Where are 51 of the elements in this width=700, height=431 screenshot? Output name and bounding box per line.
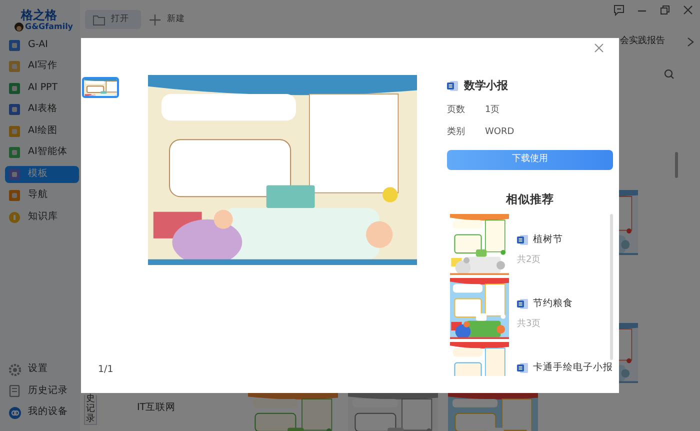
- template-title: 数学小报: [464, 78, 508, 94]
- sidebar-item[interactable]: AI PPT: [5, 80, 79, 96]
- page-count: 共3页: [517, 318, 542, 331]
- chevron-right-icon[interactable]: [687, 37, 694, 47]
- template-name[interactable]: 节约粮食: [533, 296, 573, 311]
- sidebar-item[interactable]: AI绘图: [5, 122, 79, 140]
- toolbar-button[interactable]: 打开: [85, 10, 141, 29]
- sidebar-item[interactable]: 历史记录: [0, 382, 80, 400]
- plus-icon: [149, 14, 161, 26]
- sidebar-item[interactable]: 我的设备: [0, 403, 80, 422]
- tab-label[interactable]: 会实践报告: [620, 35, 665, 49]
- close-icon[interactable]: [682, 4, 694, 16]
- feedback-icon[interactable]: [613, 4, 625, 16]
- logo-subtitle: G&Gfamily: [25, 22, 74, 32]
- device-icon: [9, 406, 21, 418]
- scrollbar[interactable]: [610, 214, 613, 360]
- logo-icon: [14, 22, 24, 32]
- sidebar-item[interactable]: 知识库: [5, 208, 79, 226]
- page-thumbnail[interactable]: [82, 77, 119, 98]
- download-button[interactable]: 下载使用: [447, 150, 613, 170]
- search-icon[interactable]: [664, 68, 674, 78]
- template-name[interactable]: 卡通手绘电子小报: [533, 360, 613, 375]
- sidebar-item[interactable]: 设置: [0, 360, 80, 379]
- toolbar-button[interactable]: 新建: [141, 10, 197, 29]
- logo-title: 格之格: [21, 8, 58, 22]
- document-icon: [517, 362, 528, 374]
- page-count: 共2页: [517, 254, 542, 267]
- sidebar-item[interactable]: AI智能体: [5, 144, 79, 161]
- document-icon: [9, 385, 21, 397]
- document-icon: [517, 298, 528, 310]
- detail-label: 页数: [447, 104, 466, 116]
- sidebar-item[interactable]: AI写作: [5, 58, 79, 75]
- scrollbar[interactable]: [675, 152, 678, 178]
- sidebar-item[interactable]: 导航: [5, 187, 79, 204]
- folder-icon: [93, 14, 105, 26]
- side-tab[interactable]: 史记录: [84, 395, 97, 425]
- close-icon[interactable]: [594, 43, 604, 53]
- sidebar-item[interactable]: AI表格: [5, 101, 79, 118]
- document-icon: [517, 234, 528, 246]
- detail-value: 1页: [485, 104, 500, 116]
- template-name[interactable]: 植树节: [533, 232, 563, 247]
- detail-label: 类别: [447, 126, 466, 139]
- sidebar-item[interactable]: 模板: [5, 166, 79, 182]
- detail-value: WORD: [485, 126, 514, 139]
- category-item[interactable]: IT互联网: [137, 401, 176, 416]
- document-icon: [447, 80, 458, 92]
- restore-icon[interactable]: [659, 4, 671, 16]
- sidebar-item[interactable]: G-AI: [5, 36, 79, 54]
- section-heading: 相似推荐: [504, 190, 555, 208]
- page-counter: 1/1: [97, 362, 114, 377]
- gear-icon: [9, 364, 21, 376]
